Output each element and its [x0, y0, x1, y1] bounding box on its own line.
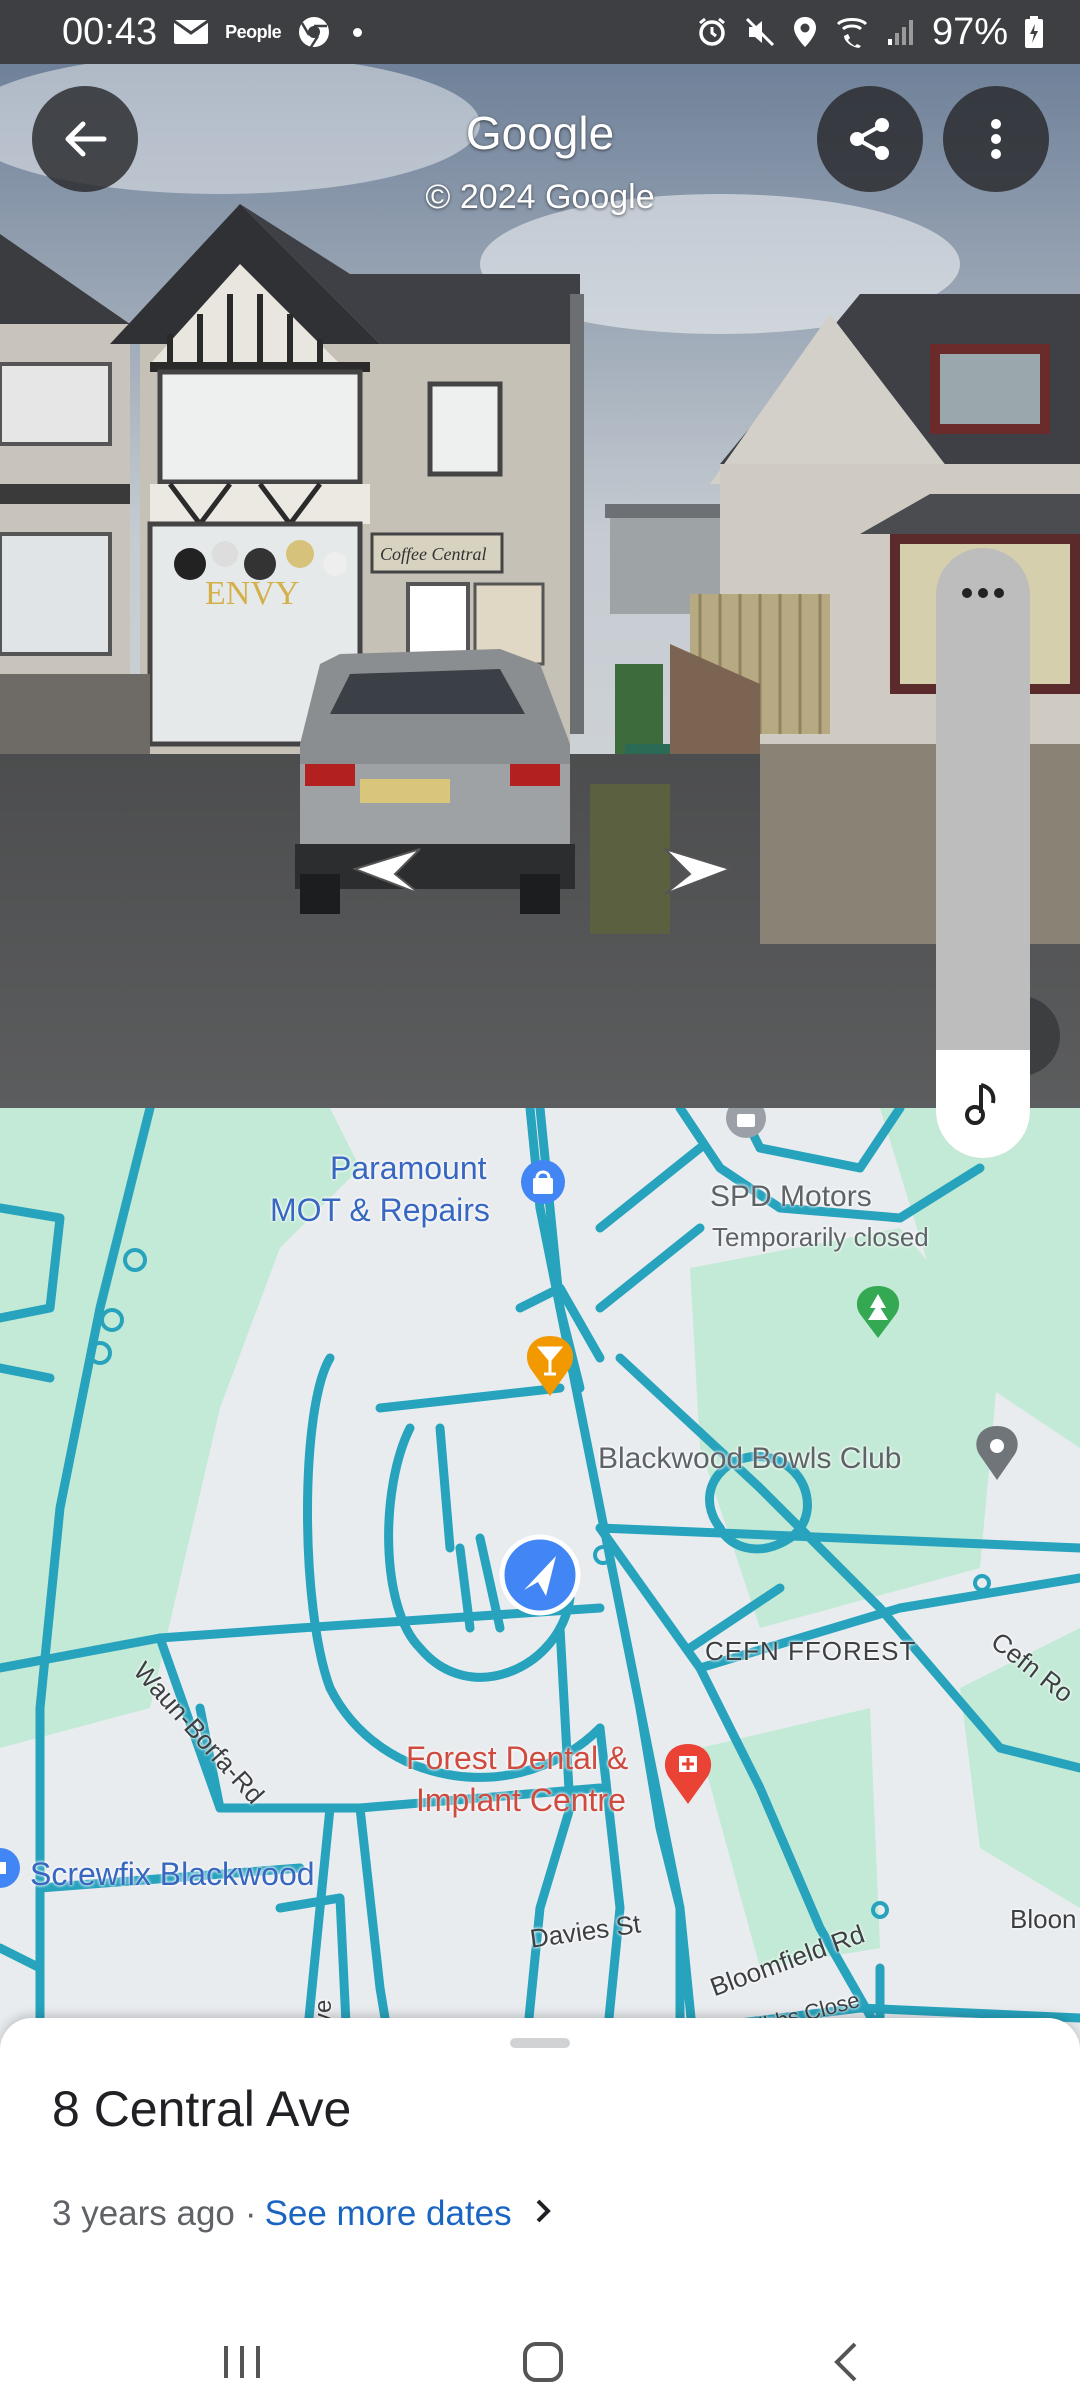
status-time: 00:43 [62, 10, 158, 53]
more-options-button[interactable] [943, 86, 1049, 192]
separator-dot: · [244, 2194, 257, 2233]
panel-resize-handle[interactable] [936, 548, 1030, 1158]
map-label-cefn-fforest: CEFN FFOREST [705, 1636, 917, 1666]
notification-dot [353, 27, 363, 37]
current-location-icon [499, 1534, 581, 1616]
status-bar: 00:43 People 97% [0, 0, 1080, 64]
see-more-dates-link[interactable]: See more dates [265, 2194, 512, 2234]
music-note-icon [965, 1083, 996, 1125]
recent-apps-button[interactable] [202, 2332, 282, 2392]
system-navigation-bar [0, 2318, 1080, 2407]
imagery-date-row: 3 years ago · See more dates [52, 2194, 552, 2234]
map-label-bowls-club[interactable]: Blackwood Bowls Club [598, 1442, 901, 1476]
music-button[interactable] [936, 1050, 1030, 1158]
sheet-drag-handle[interactable] [510, 2038, 570, 2048]
map-label-paramount-sub[interactable]: MOT & Repairs [270, 1192, 490, 1229]
street-view-panorama[interactable]: ENVY Coffee Central Google © 2024 Google [0, 64, 1080, 1108]
battery-icon [1024, 15, 1044, 49]
shopping-pin-icon [521, 1160, 565, 1204]
map-label-dental-2[interactable]: Implant Centre [416, 1782, 626, 1819]
share-icon [850, 118, 889, 160]
map-label-bloomfield-edge: Bloon [1010, 1904, 1077, 1934]
map-label-screwfix[interactable]: Screwfix Blackwood [30, 1856, 315, 1893]
alarm-icon [696, 16, 728, 48]
mute-icon [744, 16, 776, 48]
map-label-spd-motors[interactable]: SPD Motors [710, 1180, 872, 1214]
shop-sign: Coffee Central [380, 544, 487, 564]
recent-apps-icon [224, 2346, 260, 2378]
map-label-spd-status: Temporarily closed [712, 1222, 929, 1252]
drag-dots-icon [936, 548, 1030, 638]
back-nav-button[interactable] [806, 2332, 886, 2392]
chevron-right-icon[interactable] [534, 2195, 552, 2234]
place-title: 8 Central Ave [52, 2081, 352, 2137]
home-button[interactable] [503, 2332, 583, 2392]
back-button[interactable] [32, 86, 138, 192]
battery-level: 97% [931, 10, 1008, 53]
share-button[interactable] [817, 86, 923, 192]
envy-sign: ENVY [205, 575, 299, 612]
people-app-icon: People [225, 21, 282, 42]
place-bottom-sheet[interactable]: 8 Central Ave 3 years ago · See more dat… [0, 2018, 1080, 2318]
copyright-text: © 2024 Google [425, 178, 655, 216]
shopping-pin-top-icon [726, 1108, 766, 1138]
map-label-paramount[interactable]: Paramount [330, 1150, 487, 1187]
dental-pin-icon [664, 1744, 712, 1804]
map-canvas [0, 1108, 1080, 2108]
street-view-image: ENVY Coffee Central [0, 64, 1080, 1108]
back-arrow-icon [65, 121, 107, 157]
chrome-icon [297, 15, 331, 49]
imagery-age: 3 years ago [52, 2194, 235, 2233]
back-chevron-icon [834, 2342, 857, 2382]
more-vert-icon [991, 119, 1001, 159]
map-label-dental-1[interactable]: Forest Dental & [406, 1740, 628, 1777]
map-view[interactable]: Paramount MOT & Repairs SPD Motors Tempo… [0, 1108, 1080, 2108]
home-icon [523, 2342, 563, 2382]
signal-icon [886, 17, 916, 47]
screwfix-pin-icon [0, 1848, 20, 1888]
location-icon [792, 15, 818, 49]
mail-icon [173, 18, 209, 46]
wifi-call-icon [834, 16, 870, 48]
